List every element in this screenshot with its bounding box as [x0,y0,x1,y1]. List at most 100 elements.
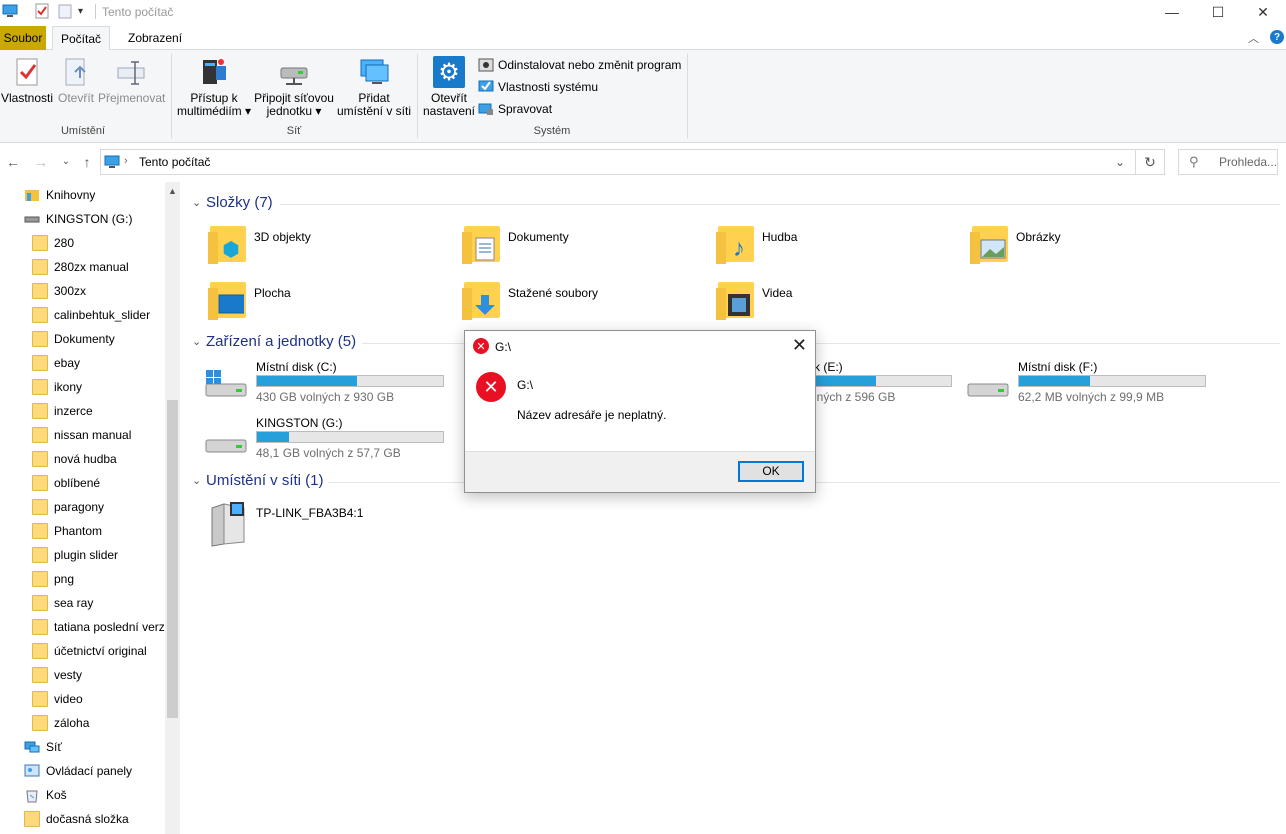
map-network-drive-button[interactable]: Připojit síťovou jednotku ▾ [254,50,334,118]
ribbon-collapse-icon[interactable]: ︿ [1248,30,1259,46]
forward-button[interactable]: → [31,153,51,171]
maximize-button[interactable]: ☐ [1195,0,1241,24]
sidebar-item-folder[interactable]: nissan manual [32,424,165,446]
sidebar-item-folder[interactable]: sea ray [32,592,165,614]
sidebar-item-folder[interactable]: ebay [32,352,165,374]
sidebar-item-folder[interactable]: calinbehtuk_slider [32,304,165,326]
system-properties-button[interactable]: Vlastnosti systému [478,78,598,96]
sidebar-item-folder[interactable]: záloha [32,712,165,734]
sidebar-item-recycle-bin[interactable]: Koš [24,784,67,806]
folder-item[interactable]: Dokumenty [462,222,569,266]
pictures-folder-icon [970,222,1010,266]
group-location-label: Umístění [60,125,105,137]
sidebar-item-folder[interactable]: oblíbené [32,472,165,494]
sidebar-item-folder[interactable]: video [32,688,165,710]
manage-button[interactable]: Spravovat [478,100,552,118]
sidebar-item-folder[interactable]: plugin slider [32,544,165,566]
folder-icon [32,331,48,347]
sidebar-item-folder[interactable]: png [32,568,165,590]
network-location-item[interactable]: TP-LINK_FBA3B4:1 [206,500,363,548]
rename-button[interactable]: Přejmenovat [98,50,165,105]
breadcrumb-this-pc[interactable]: Tento počítač [139,155,210,169]
group-header-devices[interactable]: ⌄ Zařízení a jednotky (5) [192,333,356,350]
sidebar-item-folder[interactable]: nová hudba [32,448,165,470]
up-button[interactable]: ↑ [77,153,97,171]
sidebar-item-libraries[interactable]: Knihovny [24,184,95,206]
minimize-button[interactable]: — [1149,0,1195,24]
media-server-icon [198,56,230,88]
folder-icon [32,379,48,395]
folder-icon [32,619,48,635]
folder-item[interactable]: Stažené soubory [462,278,598,322]
tab-computer[interactable]: Počítač [52,26,111,51]
drive-usage-bar [256,431,444,443]
sidebar-item-temp-folder[interactable]: dočasná složka [24,808,129,830]
address-bar[interactable]: › Tento počítač ⌄ [100,149,1136,175]
documents-folder-icon [462,222,502,266]
back-button[interactable]: ← [3,153,23,171]
sidebar-item-control-panel[interactable]: Ovládací panely [24,760,132,782]
group-header-folders[interactable]: ⌄ Složky (7) [192,194,273,211]
folder-item[interactable]: ⬢ 3D objekty [208,222,311,266]
media-access-button[interactable]: Přístup k multimédiím ▾ [176,50,252,118]
search-input[interactable]: Prohleda... [1219,155,1277,169]
sidebar-item-kingston[interactable]: KINGSTON (G:) [24,208,132,230]
folder-icon [32,667,48,683]
recent-locations-dropdown[interactable]: ⌄ [56,153,76,171]
breadcrumb-chevron-icon: › [124,155,128,167]
quick-access-dropdown-icon[interactable]: ▾ [78,6,94,22]
close-window-button[interactable]: ✕ [1240,0,1286,24]
sidebar-item-folder[interactable]: inzerce [32,400,165,422]
add-network-location-button[interactable]: Přidat umístění v síti [336,50,412,118]
sidebar-item-folder[interactable]: 280zx manual [32,256,165,278]
group-header-network[interactable]: ⌄ Umístění v síti (1) [192,472,324,489]
folder-item[interactable]: Obrázky [970,222,1061,266]
scroll-up-icon[interactable]: ▲ [168,186,177,196]
dialog-title: G:\ [495,340,512,354]
libraries-icon [24,187,40,203]
manage-icon [478,101,494,117]
uninstall-program-button[interactable]: Odinstalovat nebo změnit program [478,56,681,74]
group-network-label: Síť [286,125,302,137]
add-network-location-icon [358,56,390,88]
sidebar-item-folder[interactable]: vesty [32,664,165,686]
properties-button[interactable]: Vlastnosti [0,50,54,105]
ok-button[interactable]: OK [738,461,804,482]
folder-item[interactable]: ♪ Hudba [716,222,797,266]
chevron-down-icon: ⌄ [192,336,202,348]
properties-icon [11,56,43,88]
help-icon[interactable]: ? [1270,30,1284,44]
folder-icon [32,403,48,419]
search-box[interactable]: ⚲ Prohleda... [1178,149,1278,175]
computer-icon [104,154,120,170]
sidebar-item-network[interactable]: Síť [24,736,62,758]
sidebar-item-folder[interactable]: ikony [32,376,165,398]
tab-view[interactable]: Zobrazení [120,26,190,50]
sidebar-item-folder[interactable]: paragony [32,496,165,518]
tab-file[interactable]: Soubor [0,26,46,50]
sidebar-item-folder[interactable]: účetnictví original [32,640,165,662]
folder-item[interactable]: Videa [716,278,792,322]
new-folder-quick-icon[interactable] [57,3,73,19]
navigation-pane: Knihovny KINGSTON (G:) 280 280zx manual … [0,182,180,834]
sidebar-item-folder[interactable]: Phantom [32,520,165,542]
3d-objects-folder-icon: ⬢ [208,222,248,266]
dialog-close-button[interactable]: ✕ [792,335,807,356]
drive-g[interactable]: KINGSTON (G:) 48,1 GB volných z 57,7 GB [204,416,448,462]
drive-f[interactable]: Místní disk (F:) 62,2 MB volných z 99,9 … [966,360,1210,406]
sidebar-item-folder[interactable]: 300zx [32,280,165,302]
search-icon: ⚲ [1189,154,1199,169]
properties-quick-icon[interactable] [34,3,50,19]
drive-c[interactable]: Místní disk (C:) 430 GB volných z 930 GB [204,360,448,406]
sidebar-item-folder[interactable]: tatiana poslední verze [32,616,165,638]
folder-item[interactable]: Plocha [208,278,291,322]
refresh-button[interactable]: ↻ [1136,149,1165,175]
open-button[interactable]: Otevřít [56,50,96,105]
open-settings-button[interactable]: ⚙ Otevřít nastavení [421,50,477,118]
sidebar-scroll-thumb[interactable] [167,400,178,718]
chevron-down-icon: ⌄ [192,475,202,487]
address-dropdown-icon[interactable]: ⌄ [1115,155,1125,169]
usb-drive-icon [204,424,248,456]
sidebar-item-folder[interactable]: Dokumenty [32,328,165,350]
sidebar-item-folder[interactable]: 280 [32,232,165,254]
